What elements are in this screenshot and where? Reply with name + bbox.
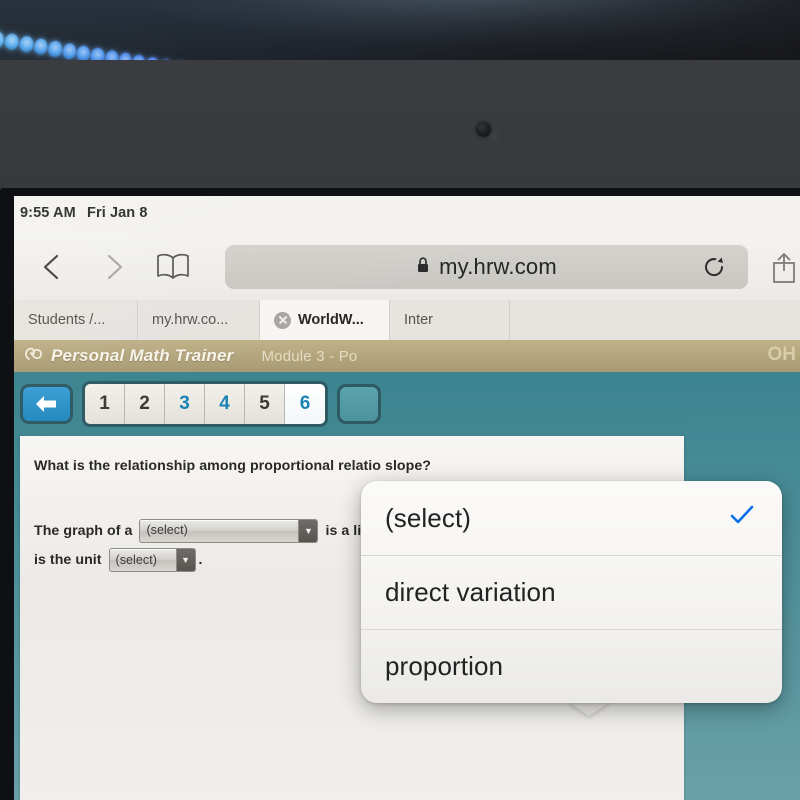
- question-number-5[interactable]: 5: [245, 384, 285, 424]
- app-title: Personal Math Trainer: [51, 346, 234, 365]
- left-arrow-icon: [35, 396, 56, 412]
- answer-end-text: .: [198, 552, 203, 569]
- reload-icon[interactable]: [702, 255, 726, 279]
- lock-icon: [416, 254, 430, 280]
- tab-myhrw[interactable]: my.hrw.co...: [138, 300, 260, 340]
- header-right-label: OH: [767, 344, 797, 365]
- option-select-placeholder[interactable]: (select): [361, 481, 782, 555]
- tablet-screen: 9:55 AM Fri Jan 8 my.hrw.com Students /.…: [14, 196, 800, 800]
- status-bar: 9:55 AM Fri Jan 8: [14, 196, 800, 232]
- option-label: proportion: [385, 651, 504, 681]
- status-date: Fri Jan 8: [87, 205, 148, 221]
- option-label: (select): [385, 502, 472, 533]
- checkmark-icon: [730, 505, 754, 531]
- tab-students[interactable]: Students /...: [14, 300, 138, 340]
- address-bar[interactable]: my.hrw.com: [225, 245, 748, 289]
- tab-label: Inter: [404, 312, 434, 328]
- answer-select-1-value: (select): [146, 523, 188, 538]
- question-number-2[interactable]: 2: [125, 384, 165, 424]
- tab-inter[interactable]: Inter: [390, 300, 510, 340]
- chevron-down-icon[interactable]: ▼: [175, 549, 195, 572]
- tab-strip: Students /... my.hrw.co... WorldW... Int…: [14, 300, 800, 340]
- answer-lead-text: The graph of a: [34, 523, 133, 539]
- option-proportion[interactable]: proportion: [361, 629, 782, 703]
- forward-chevron-icon[interactable]: [100, 252, 128, 282]
- tab-worldw[interactable]: WorldW...: [260, 300, 390, 340]
- previous-question-button[interactable]: [20, 384, 73, 424]
- next-question-button[interactable]: [337, 384, 381, 424]
- question-nav-row: 1 2 3 4 5 6: [20, 380, 381, 428]
- question-number-1[interactable]: 1: [85, 384, 125, 424]
- answer-select-3-value: (select): [115, 552, 157, 567]
- question-number-group: 1 2 3 4 5 6: [82, 381, 328, 427]
- status-time: 9:55 AM: [20, 205, 76, 221]
- popover-pointer: [567, 701, 611, 716]
- answer-select-3[interactable]: (select) ▼: [108, 548, 196, 573]
- back-chevron-icon[interactable]: [38, 252, 66, 282]
- pmt-logo-icon: [22, 343, 44, 370]
- close-icon[interactable]: [274, 311, 291, 329]
- address-bar-text: my.hrw.com: [225, 245, 748, 289]
- answer-tail-text: is the unit: [34, 552, 102, 569]
- tab-label: Students /...: [28, 312, 106, 328]
- browser-toolbar: my.hrw.com: [14, 232, 800, 300]
- camera-dot: [476, 122, 491, 137]
- app-header: Personal Math Trainer Module 3 - Po OH: [14, 340, 800, 372]
- chevron-down-icon[interactable]: ▼: [298, 520, 318, 543]
- answer-select-1[interactable]: (select) ▼: [139, 519, 319, 544]
- share-icon[interactable]: [766, 250, 800, 286]
- module-label: Module 3 - Po: [261, 347, 358, 365]
- question-number-6[interactable]: 6: [285, 384, 325, 424]
- question-prompt: What is the relationship among proportio…: [34, 458, 432, 474]
- camera-glint: [489, 133, 499, 139]
- book-icon[interactable]: [154, 252, 192, 282]
- select-options-popover[interactable]: (select) direct variation proportion: [361, 481, 782, 703]
- question-number-3[interactable]: 3: [165, 384, 205, 424]
- tab-label: my.hrw.co...: [152, 312, 229, 328]
- url-host: my.hrw.com: [439, 254, 557, 279]
- option-label: direct variation: [385, 577, 556, 607]
- tab-label: WorldW...: [298, 312, 364, 328]
- question-number-4[interactable]: 4: [205, 384, 245, 424]
- photo-scene: 9:55 AM Fri Jan 8 my.hrw.com Students /.…: [0, 0, 800, 800]
- option-direct-variation[interactable]: direct variation: [361, 555, 782, 629]
